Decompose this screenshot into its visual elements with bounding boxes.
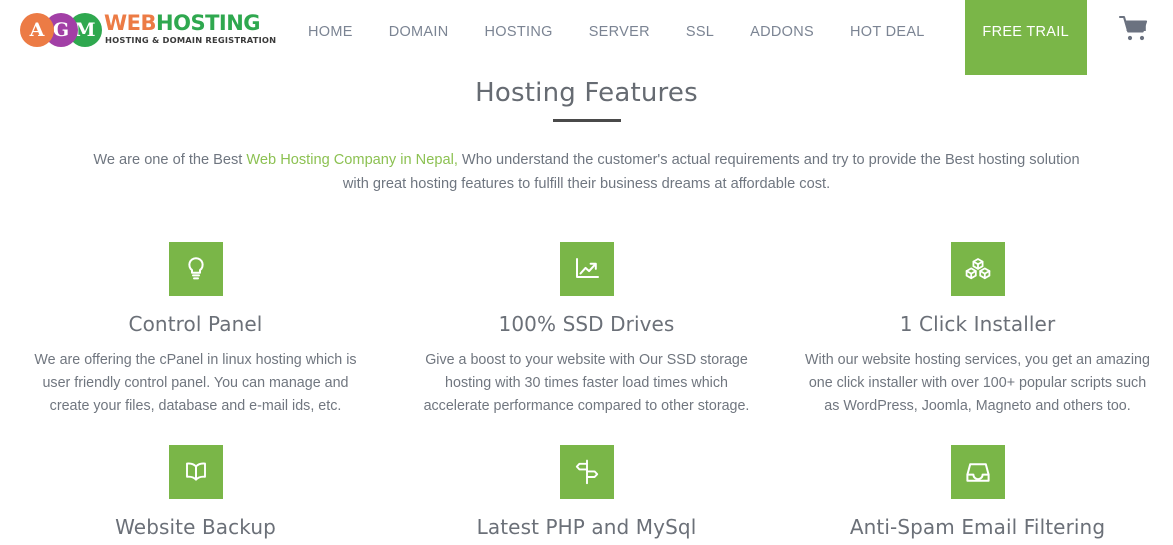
signpost-icon — [559, 445, 614, 499]
feature-title: Control Panel — [128, 312, 263, 336]
intro-text-before: We are one of the Best — [93, 152, 247, 168]
feature-card-control-panel: Control Panel We are offering the cPanel… — [0, 242, 391, 418]
feature-text: We are offering the cPanel in linux host… — [34, 352, 357, 414]
title-underline — [552, 119, 621, 122]
feature-title: Website Backup — [115, 515, 276, 539]
feature-card-php-mysql: Latest PHP and MySql — [391, 445, 782, 545]
logo-tagline: HOSTING & DOMAIN REGISTRATION — [105, 35, 277, 45]
inbox-tray-icon — [950, 445, 1005, 499]
features-row-1: Control Panel We are offering the cPanel… — [0, 242, 1173, 418]
intro-paragraph: We are one of the Best Web Hosting Compa… — [87, 148, 1087, 196]
feature-card-ssd-drives: 100% SSD Drives Give a boost to your web… — [391, 242, 782, 418]
nav-item-ssl[interactable]: SSL — [668, 0, 732, 75]
shopping-cart-icon[interactable] — [1117, 14, 1151, 44]
nav-item-domain[interactable]: DOMAIN — [371, 0, 467, 75]
feature-text: With our website hosting services, you g… — [805, 352, 1150, 414]
nav-item-addons[interactable]: ADDONS — [732, 0, 832, 75]
nav-item-home[interactable]: HOME — [290, 0, 371, 75]
nav-item-hosting[interactable]: HOSTING — [467, 0, 571, 75]
logo-circle-a: A — [20, 13, 54, 47]
site-logo[interactable]: A G M WEBHOSTING HOSTING & DOMAIN REGIST… — [20, 11, 276, 49]
feature-title: Anti-Spam Email Filtering — [849, 515, 1106, 539]
features-row-2: Website Backup Latest PHP and MySql Anti… — [0, 445, 1173, 545]
nav-item-server[interactable]: SERVER — [571, 0, 668, 75]
cubes-icon — [950, 242, 1005, 296]
feature-title: Latest PHP and MySql — [476, 515, 697, 539]
nav-item-hot-deal[interactable]: HOT DEAL — [832, 0, 943, 75]
feature-title: 1 Click Installer — [899, 312, 1056, 336]
logo-circles: A G M — [20, 13, 115, 47]
feature-card-anti-spam: Anti-Spam Email Filtering — [782, 445, 1173, 545]
feature-card-one-click-installer: 1 Click Installer With our website hosti… — [782, 242, 1173, 418]
site-header: A G M WEBHOSTING HOSTING & DOMAIN REGIST… — [0, 0, 1173, 75]
nav-item-free-trail[interactable]: FREE TRAIL — [964, 0, 1087, 75]
logo-word-web: WEB — [104, 11, 157, 35]
main-navigation: HOME DOMAIN HOSTING SERVER SSL ADDONS HO… — [290, 0, 1087, 75]
page-title: Hosting Features — [475, 78, 698, 108]
feature-card-website-backup: Website Backup — [0, 445, 391, 545]
feature-text: Give a boost to your website with Our SS… — [423, 352, 750, 414]
open-book-icon — [168, 445, 223, 499]
growth-chart-icon — [559, 242, 614, 296]
logo-wordmark: WEBHOSTING — [104, 11, 261, 35]
features-grid: Control Panel We are offering the cPanel… — [0, 242, 1173, 545]
intro-link[interactable]: Web Hosting Company in Nepal, — [246, 152, 457, 168]
logo-word-hosting: HOSTING — [156, 11, 261, 35]
feature-title: 100% SSD Drives — [498, 312, 675, 336]
lightbulb-icon — [168, 242, 223, 296]
